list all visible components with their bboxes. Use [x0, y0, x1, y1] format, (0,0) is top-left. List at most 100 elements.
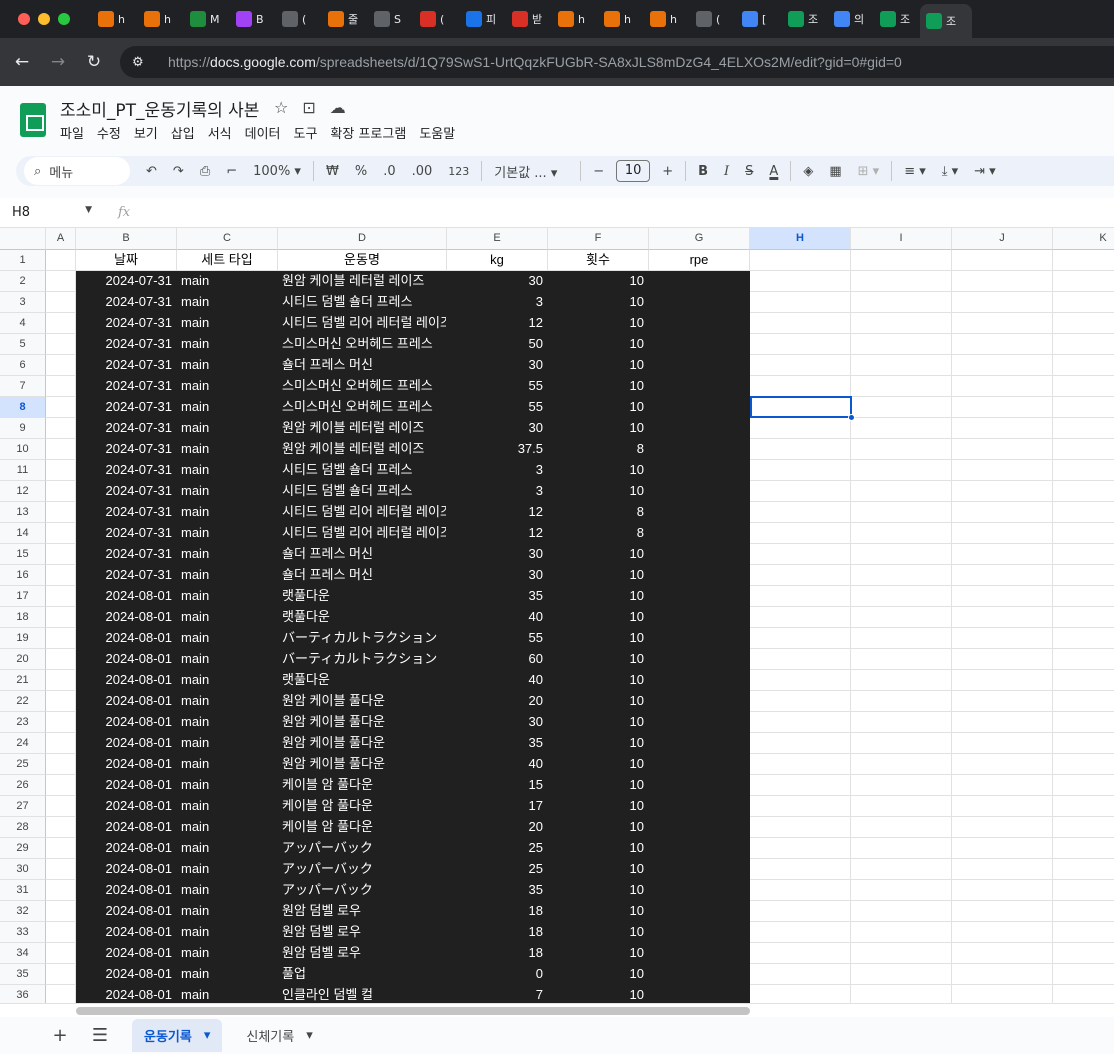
cell[interactable]: 30 [447, 271, 548, 292]
cell[interactable]: 랫풀다운 [278, 607, 447, 628]
cell[interactable] [46, 397, 76, 418]
cell[interactable]: 2024-08-01 [76, 712, 177, 733]
cell[interactable]: 0 [447, 964, 548, 985]
browser-tab[interactable]: M [184, 5, 230, 33]
cell[interactable]: main [177, 313, 278, 334]
cell[interactable]: main [177, 271, 278, 292]
cell[interactable] [649, 502, 750, 523]
cell[interactable] [649, 481, 750, 502]
cell[interactable]: 10 [548, 544, 649, 565]
cell[interactable] [851, 481, 952, 502]
cell[interactable] [1053, 439, 1114, 460]
cell[interactable] [649, 607, 750, 628]
cell[interactable] [750, 859, 851, 880]
cell[interactable]: main [177, 292, 278, 313]
print-icon[interactable]: ⎙ [192, 164, 218, 179]
cell[interactable]: 30 [447, 544, 548, 565]
merge-cells-icon[interactable]: ⊞ ▾ [850, 164, 888, 179]
cell[interactable]: 원암 케이블 풀다운 [278, 733, 447, 754]
cell[interactable] [750, 481, 851, 502]
cell[interactable] [649, 775, 750, 796]
cell[interactable]: main [177, 733, 278, 754]
cell[interactable] [750, 292, 851, 313]
document-title[interactable]: 조소미_PT_운동기록의 사본 [60, 96, 259, 121]
cell[interactable]: main [177, 859, 278, 880]
cell[interactable] [750, 922, 851, 943]
row-header[interactable]: 25 [0, 754, 46, 775]
cell[interactable] [649, 649, 750, 670]
cell[interactable]: 랫풀다운 [278, 586, 447, 607]
cell[interactable]: main [177, 481, 278, 502]
cell[interactable] [46, 439, 76, 460]
cell[interactable]: 20 [447, 691, 548, 712]
cell[interactable]: 10 [548, 418, 649, 439]
cell[interactable] [1053, 418, 1114, 439]
cell[interactable] [1053, 964, 1114, 985]
horizontal-align-icon[interactable]: ≡ ▾ [896, 164, 934, 179]
cell[interactable]: 케이블 암 풀다운 [278, 775, 447, 796]
cell[interactable] [851, 544, 952, 565]
all-sheets-button[interactable]: ☰ [80, 1025, 120, 1046]
name-box[interactable]: H8 ▼ [0, 205, 100, 220]
cell[interactable]: 25 [447, 859, 548, 880]
cell[interactable]: main [177, 355, 278, 376]
browser-tab[interactable]: h [644, 5, 690, 33]
cell[interactable]: 원암 케이블 풀다운 [278, 712, 447, 733]
number-format-button[interactable]: 123 [440, 165, 477, 178]
browser-tab[interactable]: 피 [460, 5, 506, 33]
cell[interactable]: main [177, 439, 278, 460]
cell[interactable] [46, 754, 76, 775]
cell[interactable] [750, 586, 851, 607]
percent-format-button[interactable]: % [347, 164, 375, 179]
cell[interactable]: 2024-07-31 [76, 271, 177, 292]
browser-tab[interactable]: ( [414, 5, 460, 33]
cell[interactable] [1053, 334, 1114, 355]
sheet-tab[interactable]: 신체기록 ▾ [234, 1019, 324, 1052]
cell[interactable]: 2024-07-31 [76, 502, 177, 523]
cell[interactable]: 10 [548, 817, 649, 838]
reload-icon[interactable]: ↻ [76, 52, 112, 72]
menu-item[interactable]: 수정 [97, 123, 128, 142]
cell[interactable] [750, 397, 851, 418]
column-header[interactable]: G [649, 228, 750, 250]
row-header[interactable]: 13 [0, 502, 46, 523]
browser-tab[interactable]: 받 [506, 5, 552, 33]
cell[interactable]: main [177, 544, 278, 565]
cell[interactable]: アッパーバック [278, 880, 447, 901]
row-header[interactable]: 21 [0, 670, 46, 691]
cell[interactable]: 시티드 덤벨 리어 레터럴 레이즈 [278, 502, 447, 523]
cell[interactable]: 2024-07-31 [76, 376, 177, 397]
cell[interactable]: 10 [548, 880, 649, 901]
cell[interactable] [952, 796, 1053, 817]
row-header[interactable]: 29 [0, 838, 46, 859]
paint-format-icon[interactable]: ⌐ [218, 164, 245, 179]
cell[interactable] [952, 271, 1053, 292]
cell[interactable]: 2024-08-01 [76, 649, 177, 670]
cell[interactable] [750, 649, 851, 670]
cell[interactable] [46, 775, 76, 796]
site-info-icon[interactable]: ⚙ [132, 54, 154, 70]
cell[interactable] [46, 376, 76, 397]
column-header[interactable]: D [278, 228, 447, 250]
chevron-down-icon[interactable]: ▾ [306, 1028, 313, 1043]
decrease-decimal-button[interactable]: .0 [375, 164, 403, 179]
cell[interactable] [750, 565, 851, 586]
cell[interactable] [750, 838, 851, 859]
cell[interactable] [46, 964, 76, 985]
cell[interactable] [649, 565, 750, 586]
sheet-tab[interactable]: 운동기록 ▾ [132, 1019, 223, 1052]
minimize-window-button[interactable] [38, 13, 50, 25]
cell[interactable] [1053, 565, 1114, 586]
cell[interactable]: 10 [548, 565, 649, 586]
cell[interactable] [46, 523, 76, 544]
cell[interactable]: 숄더 프레스 머신 [278, 565, 447, 586]
cell[interactable]: main [177, 796, 278, 817]
cell[interactable]: 2024-08-01 [76, 691, 177, 712]
cell[interactable] [46, 733, 76, 754]
cell[interactable] [851, 460, 952, 481]
cell[interactable] [1053, 376, 1114, 397]
cell[interactable] [952, 691, 1053, 712]
browser-tab[interactable]: h [138, 5, 184, 33]
browser-tab[interactable]: S [368, 5, 414, 33]
cell[interactable]: 스미스머신 오버헤드 프레스 [278, 397, 447, 418]
